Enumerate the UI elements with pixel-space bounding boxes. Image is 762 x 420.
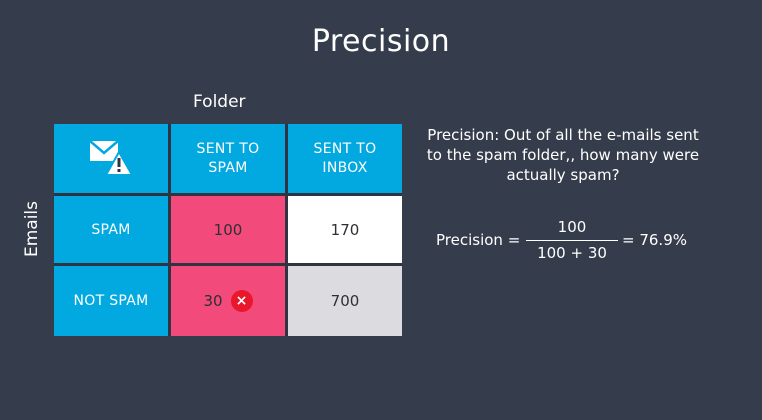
error-x-icon: × <box>230 290 253 312</box>
formula-result: = 76.9% <box>622 231 687 249</box>
col-header-sent-to-spam: SENT TO SPAM <box>171 124 285 193</box>
row-header-spam: SPAM <box>54 196 168 263</box>
mail-warning-icon <box>88 137 134 181</box>
slide-title: Precision <box>311 24 451 59</box>
matrix-corner <box>54 124 168 193</box>
confusion-matrix: SENT TO SPAM SENT TO INBOX SPAM 100 170 … <box>54 124 402 336</box>
emails-axis-label: Emails <box>22 200 42 258</box>
fraction-bar <box>526 240 618 241</box>
cell-not-spam-sent-to-spam: 30 × <box>171 266 285 336</box>
cell-not-spam-sent-to-inbox: 700 <box>288 266 402 336</box>
cell-spam-sent-to-spam: 100 <box>171 196 285 263</box>
precision-definition: Precision: Out of all the e-mails sent t… <box>426 126 700 184</box>
row-header-not-spam: NOT SPAM <box>54 266 168 336</box>
formula-label: Precision = <box>436 231 521 249</box>
cell-spam-sent-to-inbox: 170 <box>288 196 402 263</box>
precision-formula: Precision = 100 100 + 30 = 76.9% <box>436 216 726 266</box>
formula-numerator: 100 <box>557 218 587 236</box>
formula-denominator: 100 + 30 <box>537 244 607 262</box>
col-header-sent-to-inbox: SENT TO INBOX <box>288 124 402 193</box>
cell-value: 30 <box>203 292 223 310</box>
folder-axis-label: Folder <box>193 92 246 112</box>
